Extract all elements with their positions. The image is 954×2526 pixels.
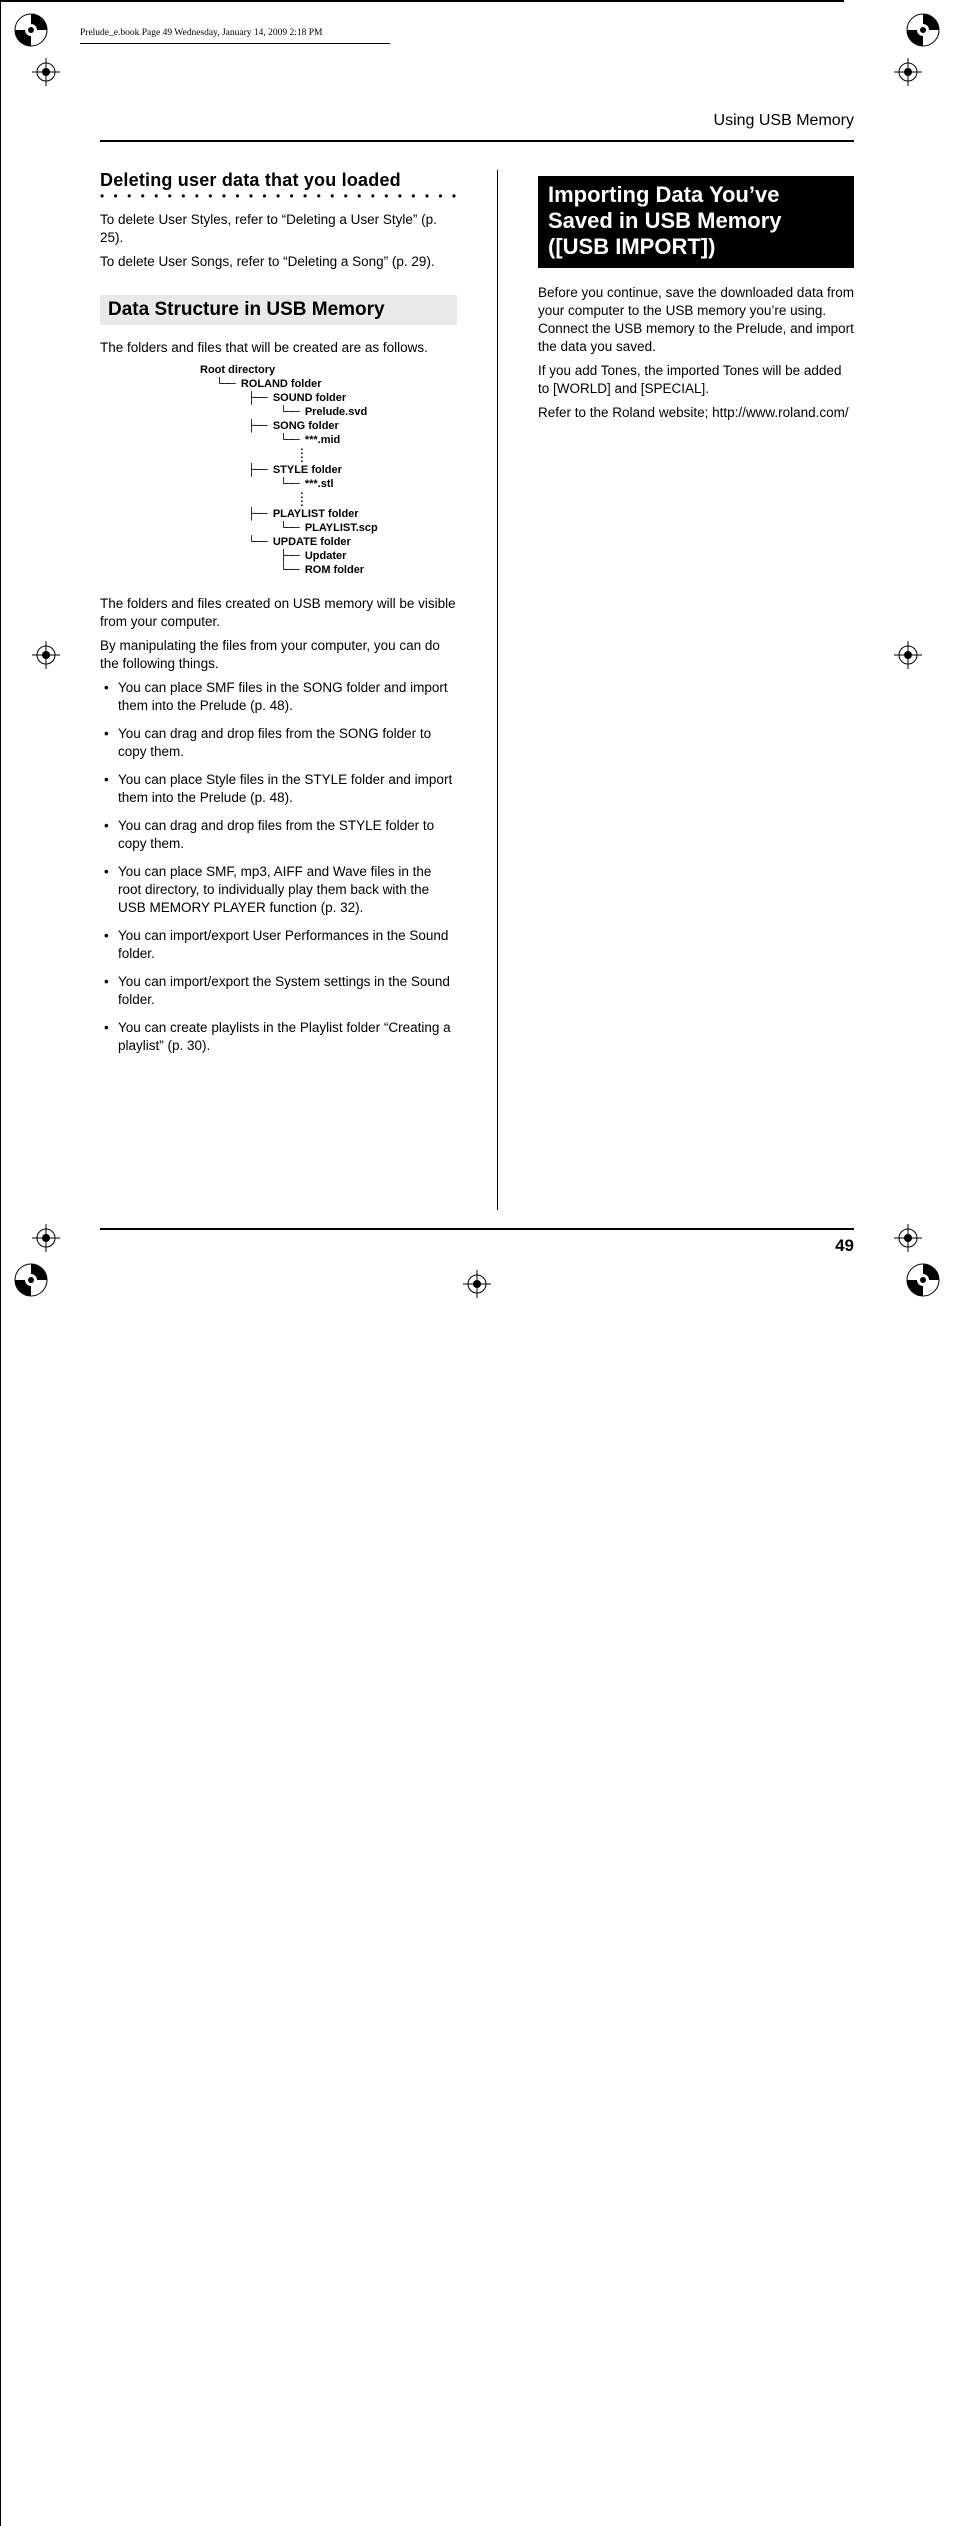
body-text: The folders and files created on USB mem…: [100, 595, 457, 631]
pinwheel-icon: [14, 1263, 48, 1297]
tree-leaf: └── ***.mid: [280, 433, 457, 447]
ebook-header: Prelude_e.book Page 49 Wednesday, Januar…: [80, 28, 323, 38]
tree-node: └── ROLAND folder: [216, 377, 457, 391]
list-item: You can drag and drop files from the SON…: [100, 725, 457, 761]
tree-leaf: └── PLAYLIST.scp: [280, 521, 457, 535]
header-rule: [100, 140, 854, 142]
right-column: Importing Data You’ve Saved in USB Memor…: [538, 170, 854, 1210]
list-item: You can import/export the System setting…: [100, 973, 457, 1009]
tree-node: └── UPDATE folder: [248, 535, 457, 549]
registration-mark-icon: [463, 1270, 491, 1298]
tree-leaf: └── Prelude.svd: [280, 405, 457, 419]
folder-tree: Root directory └── ROLAND folder ├── SOU…: [100, 363, 457, 577]
page-number: 49: [835, 1236, 854, 1256]
list-item: You can place Style files in the STYLE f…: [100, 771, 457, 807]
bullet-list: You can place SMF files in the SONG fold…: [100, 679, 457, 1055]
section-heading: Deleting user data that you loaded: [100, 170, 457, 191]
dotted-rule: • • • • • • • • • • • • • • • • • • • • …: [100, 193, 457, 199]
crop-rule-left: [0, 2, 1, 1264]
page: Prelude_e.book Page 49 Wednesday, Januar…: [0, 0, 954, 1308]
body-text: To delete User Songs, refer to “Deleting…: [100, 253, 457, 271]
tree-leaf: └── ***.stl: [280, 477, 457, 491]
columns: Deleting user data that you loaded • • •…: [100, 170, 854, 1210]
list-item: You can place SMF, mp3, AIFF and Wave fi…: [100, 863, 457, 917]
list-item: You can import/export User Performances …: [100, 927, 457, 963]
tree-node: ├── PLAYLIST folder: [248, 507, 457, 521]
content-area: Using USB Memory Deleting user data that…: [100, 112, 854, 1210]
body-text: Before you continue, save the downloaded…: [538, 284, 854, 356]
ebook-header-rule: [80, 43, 390, 44]
registration-mark-icon: [894, 58, 922, 86]
pinwheel-icon: [906, 1263, 940, 1297]
body-text: To delete User Styles, refer to “Deletin…: [100, 211, 457, 247]
tree-leaf: ├── Updater: [280, 549, 457, 563]
footer-rule: [100, 1228, 854, 1230]
running-head: Using USB Memory: [100, 112, 854, 130]
list-item: You can create playlists in the Playlist…: [100, 1019, 457, 1055]
list-item: You can drag and drop files from the STY…: [100, 817, 457, 853]
body-text: The folders and files that will be creat…: [100, 339, 457, 357]
crop-rule-bottom: [0, 1, 844, 2]
column-divider: [497, 170, 498, 1210]
section-heading-inverse: Importing Data You’ve Saved in USB Memor…: [538, 176, 854, 268]
pinwheel-icon: [14, 13, 48, 47]
registration-mark-icon: [32, 58, 60, 86]
tree-node-root: Root directory: [200, 363, 457, 377]
body-text: By manipulating the files from your comp…: [100, 637, 457, 673]
left-column: Deleting user data that you loaded • • •…: [100, 170, 457, 1210]
tree-node: ├── STYLE folder: [248, 463, 457, 477]
body-text: Refer to the Roland website; http://www.…: [538, 404, 854, 422]
tree-node: ├── SONG folder: [248, 419, 457, 433]
crop-rule-right: [0, 1264, 1, 2526]
tree-leaf: └── ROM folder: [280, 563, 457, 577]
registration-mark-icon: [894, 641, 922, 669]
pinwheel-icon: [906, 13, 940, 47]
registration-mark-icon: [32, 1224, 60, 1252]
registration-mark-icon: [32, 641, 60, 669]
tree-node: ├── SOUND folder: [248, 391, 457, 405]
list-item: You can place SMF files in the SONG fold…: [100, 679, 457, 715]
body-text: If you add Tones, the imported Tones wil…: [538, 362, 854, 398]
registration-mark-icon: [894, 1224, 922, 1252]
subheading-box: Data Structure in USB Memory: [100, 295, 457, 325]
